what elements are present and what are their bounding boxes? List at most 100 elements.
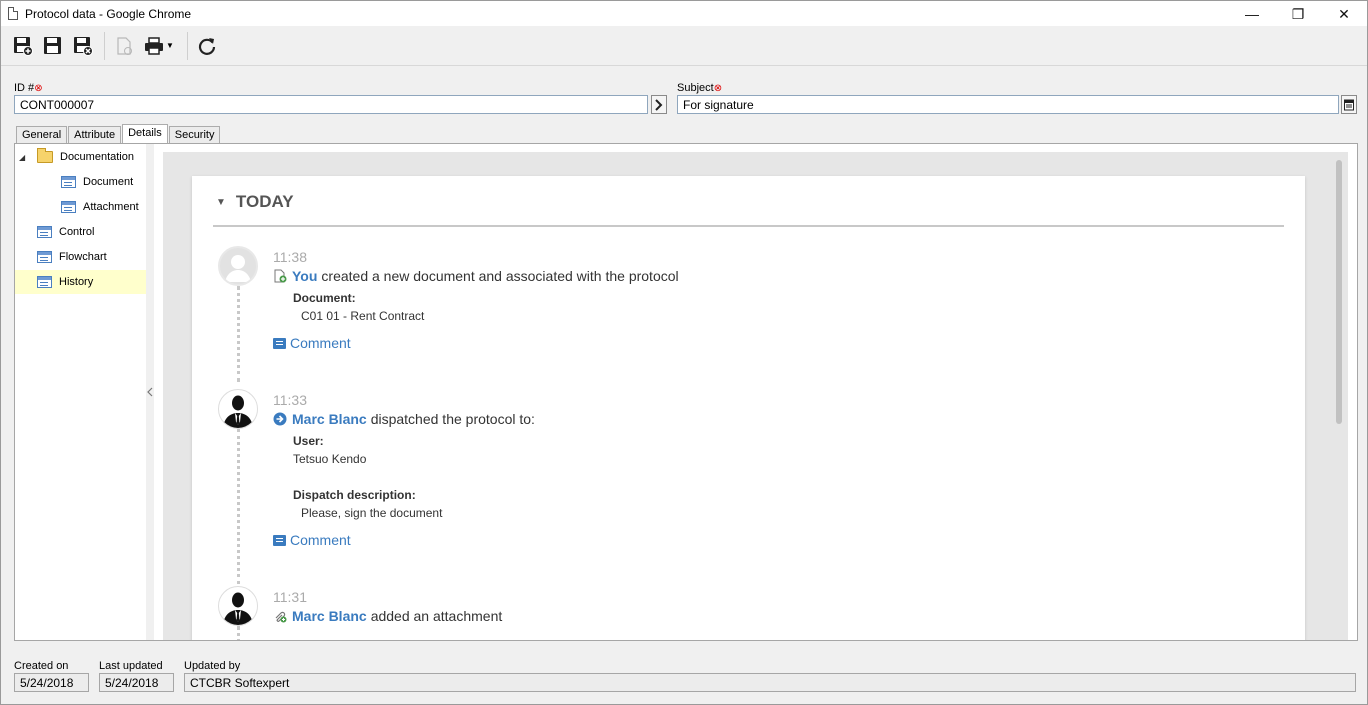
folder-icon: [37, 148, 53, 163]
restore-button[interactable]: ❐: [1275, 1, 1321, 27]
detail-key: Dispatch description:: [293, 488, 416, 502]
event-actor-link[interactable]: Marc Blanc: [292, 411, 367, 427]
timeline-connector: [237, 429, 240, 584]
event-summary: Marc Blanc added an attachment: [273, 608, 502, 624]
form-icon: [37, 251, 52, 263]
tree-item-label: Flowchart: [59, 251, 107, 263]
save-new-button[interactable]: [9, 31, 37, 61]
event-actor-link[interactable]: Marc Blanc: [292, 608, 367, 624]
user-silhouette-icon: [223, 592, 253, 625]
required-icon: ⊗: [34, 83, 43, 94]
comment-icon: [273, 534, 286, 546]
collapse-triangle-icon[interactable]: ▼: [216, 197, 226, 208]
tab-general[interactable]: General: [16, 126, 68, 143]
user-silhouette-icon: [223, 395, 253, 428]
vertical-scrollbar[interactable]: [1336, 160, 1342, 424]
history-viewport: ▼ TODAY 11:38 You created a new document…: [163, 152, 1348, 640]
refresh-button[interactable]: [193, 31, 221, 61]
expand-icon[interactable]: ◢: [19, 153, 31, 162]
event-time: 11:38: [273, 249, 307, 265]
last-updated-label: Last updated: [99, 660, 163, 672]
chevron-right-icon: [655, 98, 663, 111]
minimize-button[interactable]: —: [1229, 1, 1275, 27]
new-document-button[interactable]: [110, 31, 138, 61]
form-icon: [61, 201, 76, 213]
window-titlebar: Protocol data - Google Chrome — ❐ ✕: [0, 0, 1368, 26]
section-title: TODAY: [235, 192, 294, 211]
required-icon: ⊗: [713, 83, 723, 94]
tab-security[interactable]: Security: [168, 126, 221, 143]
subject-label: Subject⊗: [677, 82, 722, 94]
section-divider: [213, 225, 1284, 227]
section-header-today[interactable]: ▼ TODAY: [216, 192, 294, 212]
form-icon: [61, 176, 76, 188]
event-actor-link[interactable]: You: [292, 268, 317, 284]
detail-key: User:: [293, 434, 324, 448]
avatar: [218, 389, 258, 429]
tree-item-control[interactable]: Control: [37, 220, 146, 244]
app-window: ▼ ID #⊗ CONT000007 Subject⊗ For signatur…: [0, 26, 1368, 705]
collapse-left-icon[interactable]: [147, 387, 153, 397]
tree-item-label: Document: [83, 176, 134, 188]
event-time: 11:31: [273, 589, 307, 605]
tree-item-document[interactable]: Document: [61, 170, 146, 194]
print-icon: [145, 36, 163, 55]
avatar: [218, 586, 258, 626]
subject-field[interactable]: For signature: [677, 95, 1339, 114]
comment-label: Comment: [290, 532, 351, 548]
tree-item-label: History: [59, 276, 94, 288]
updated-by-field: CTCBR Softexpert: [184, 673, 1356, 692]
tree-item-label: Documentation: [60, 151, 134, 163]
save-close-button[interactable]: [69, 31, 97, 61]
page-icon: [8, 7, 18, 20]
event-action: dispatched the protocol to:: [370, 411, 535, 427]
id-label-text: ID #: [14, 82, 35, 94]
window-controls: — ❐ ✕: [1229, 1, 1367, 27]
save-icon: [44, 36, 61, 54]
detail-value: Please, sign the document: [301, 506, 443, 520]
tree-item-label: Attachment: [83, 201, 139, 213]
tree-item-flowchart[interactable]: Flowchart: [37, 245, 146, 269]
save-close-icon: [74, 36, 93, 56]
id-go-button[interactable]: [651, 95, 667, 114]
tab-attribute[interactable]: Attribute: [68, 126, 122, 143]
document-add-icon: [273, 269, 287, 283]
details-panel: ◢ Documentation Document Attachment Cont…: [14, 143, 1358, 641]
tab-details[interactable]: Details: [122, 124, 168, 144]
form-icon: [37, 226, 52, 238]
tree-item-label: Control: [59, 226, 95, 238]
tree-item-attachment[interactable]: Attachment: [61, 195, 146, 219]
panel-splitter[interactable]: [146, 144, 154, 640]
window-title: Protocol data - Google Chrome: [25, 6, 192, 21]
comment-link[interactable]: Comment: [273, 532, 351, 548]
print-button[interactable]: [140, 31, 168, 61]
comment-label: Comment: [290, 335, 351, 351]
detail-key: Document:: [293, 291, 356, 305]
close-button[interactable]: ✕: [1321, 1, 1367, 27]
event-action: added an attachment: [370, 608, 503, 624]
subject-lookup-button[interactable]: [1341, 95, 1357, 114]
last-updated-field: 5/24/2018: [99, 673, 174, 692]
tree-item-history[interactable]: History: [15, 270, 146, 294]
updated-by-label: Updated by: [184, 660, 241, 672]
toolbar-separator: [186, 31, 188, 60]
tree-item-documentation[interactable]: ◢ Documentation: [19, 145, 146, 169]
detail-value: C01 01 - Rent Contract: [301, 309, 425, 323]
created-on-field: 5/24/2018: [14, 673, 89, 692]
toolbar: ▼: [1, 26, 1367, 66]
refresh-icon: [198, 37, 216, 55]
detail-value: Tetsuo Kendo: [293, 452, 367, 466]
subject-label-text: Subject: [677, 82, 714, 94]
save-button[interactable]: [39, 31, 67, 61]
print-dropdown-icon[interactable]: ▼: [166, 41, 174, 50]
default-user-icon: [225, 255, 251, 282]
details-tree: ◢ Documentation Document Attachment Cont…: [15, 144, 146, 640]
event-summary: Marc Blanc dispatched the protocol to:: [273, 411, 535, 427]
comment-link[interactable]: Comment: [273, 335, 351, 351]
avatar: [218, 246, 258, 286]
timeline-connector: [237, 626, 240, 640]
calendar-icon: [1344, 99, 1354, 110]
id-field[interactable]: CONT000007: [14, 95, 648, 114]
dispatch-arrow-icon: [273, 412, 287, 426]
timeline-connector: [237, 286, 240, 382]
